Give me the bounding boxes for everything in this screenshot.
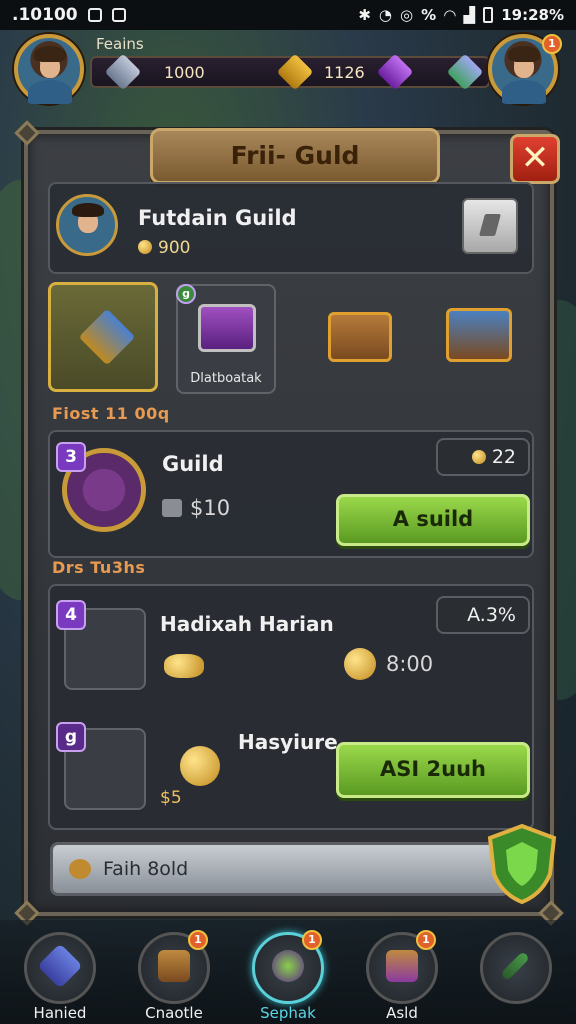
guild-row-title: Guild bbox=[162, 452, 224, 476]
quest-tag: A.3% bbox=[436, 596, 530, 634]
bluetooth-icon: ✱ bbox=[358, 6, 371, 24]
silver-icon bbox=[162, 499, 182, 517]
horn-icon bbox=[164, 654, 204, 678]
nav-label: Sephak bbox=[260, 1004, 316, 1022]
quest-action-button[interactable]: ASI 2uuh bbox=[336, 742, 530, 798]
item-slot-1[interactable] bbox=[48, 282, 158, 392]
guild-tag-value: 22 bbox=[491, 446, 516, 468]
search-label: Faih 8old bbox=[103, 858, 189, 880]
resource-bar: 1000 1126 bbox=[90, 53, 490, 91]
nav-label: Cnaotle bbox=[145, 1004, 203, 1022]
status-time: .10100 bbox=[12, 5, 78, 25]
nav-badge: 1 bbox=[188, 930, 208, 950]
search-icon bbox=[69, 859, 91, 879]
level-badge: 3 bbox=[56, 442, 86, 472]
nav-badge: 1 bbox=[302, 930, 322, 950]
gem-pack-icon bbox=[446, 53, 484, 91]
cart-chest-icon bbox=[446, 308, 512, 362]
shield-button[interactable] bbox=[486, 823, 558, 905]
gold-cube-icon bbox=[471, 450, 486, 464]
quest-reward: $5 bbox=[160, 788, 182, 808]
notification-icon bbox=[87, 8, 102, 22]
percent-indicator: % bbox=[421, 6, 437, 24]
panel-corner-ornament bbox=[14, 120, 40, 146]
join-guild-button[interactable]: A suild bbox=[336, 494, 530, 546]
close-button[interactable]: ✕ bbox=[510, 134, 560, 184]
nav-item-cnaotle[interactable]: 1 Cnaotle bbox=[132, 928, 216, 1022]
section-heading: Drs Tu3hs bbox=[52, 558, 146, 577]
level-badge: g bbox=[56, 722, 86, 752]
currency-2-value: 1126 bbox=[324, 63, 365, 82]
nav-item-hanied[interactable]: Hanied bbox=[18, 928, 102, 1022]
treasure-icon bbox=[386, 950, 418, 982]
goblin-icon bbox=[272, 950, 304, 982]
quest-list: 4 Hadixah Harian A.3% 8:00 g Hasyiure $5… bbox=[48, 584, 534, 830]
app-icon bbox=[111, 8, 126, 22]
nav-badge: 1 bbox=[416, 930, 436, 950]
player-avatar[interactable] bbox=[14, 34, 84, 104]
nav-item-asld[interactable]: 1 Asld bbox=[360, 928, 444, 1022]
player-name: Feains bbox=[96, 35, 144, 53]
purple-gem-icon bbox=[376, 53, 414, 91]
item-slot-4[interactable] bbox=[424, 282, 534, 392]
crate-icon bbox=[158, 950, 190, 982]
currency-1-value: 1000 bbox=[164, 63, 205, 82]
find-gold-bar[interactable]: Faih 8old bbox=[50, 842, 510, 896]
guild-cost-value: $10 bbox=[190, 496, 231, 520]
status-right-text: 19:28% bbox=[501, 6, 564, 24]
guild-cost: $10 bbox=[162, 496, 230, 520]
quest-title: Hadixah Harian bbox=[160, 612, 334, 636]
gold-bar-icon bbox=[276, 53, 314, 91]
nav-item-sephak[interactable]: 1 Sephak bbox=[246, 928, 330, 1022]
guild-header: Futdain Guild 900 bbox=[48, 182, 534, 274]
guild-panel: Frii- Guld ✕ Futdain Guild 900 g Dlatboa… bbox=[14, 120, 564, 926]
nav-label: Hanied bbox=[33, 1004, 87, 1022]
item-badge: g bbox=[176, 284, 196, 304]
nav-label: Asld bbox=[386, 1004, 418, 1022]
guild-leader-avatar bbox=[56, 194, 118, 256]
panel-title: Frii- Guld bbox=[150, 128, 440, 184]
item-label: Dlatboatak bbox=[190, 371, 262, 386]
bottom-nav: Hanied 1 Cnaotle 1 Sephak 1 Asld bbox=[0, 920, 576, 1024]
shield-icon bbox=[487, 823, 557, 905]
wood-chest-icon bbox=[328, 312, 392, 362]
guild-row: 3 Guild $10 22 A suild bbox=[48, 430, 534, 558]
quest-reward: 8:00 bbox=[386, 652, 434, 676]
notification-badge: 1 bbox=[542, 34, 562, 54]
guild-name: Futdain Guild bbox=[138, 206, 297, 230]
purple-chest-icon bbox=[198, 304, 256, 352]
item-slot-2[interactable]: g Dlatboatak bbox=[176, 284, 276, 394]
wifi-icon: ◠ bbox=[444, 6, 456, 24]
guild-gold: 900 bbox=[138, 238, 190, 258]
crystal-icon bbox=[104, 53, 142, 91]
nav-item-5[interactable] bbox=[474, 928, 558, 1022]
quest-title: Hasyiure bbox=[238, 730, 338, 754]
trophy-icon bbox=[180, 746, 220, 786]
gold-horn-icon bbox=[344, 648, 376, 680]
level-badge: 4 bbox=[56, 600, 86, 630]
guild-tag: 22 bbox=[436, 438, 530, 476]
top-bar: Feains 1000 1126 1 bbox=[10, 32, 566, 112]
item-slot-3[interactable] bbox=[308, 282, 418, 392]
sync-icon: ◎ bbox=[400, 6, 414, 24]
coin-icon bbox=[138, 240, 152, 254]
edit-button[interactable] bbox=[462, 198, 518, 254]
battery-icon bbox=[483, 7, 494, 23]
item-slots: g Dlatboatak bbox=[48, 282, 534, 394]
section-heading: Fiost 11 00q bbox=[52, 404, 170, 423]
shield-gem-icon bbox=[78, 308, 136, 366]
status-bar: .10100 ✱ ◔ ◎ % ◠ ▟ 19:28% bbox=[0, 0, 576, 30]
alarm-icon: ◔ bbox=[378, 6, 392, 24]
signal-icon: ▟ bbox=[463, 6, 476, 24]
guild-gold-value: 900 bbox=[158, 238, 191, 258]
